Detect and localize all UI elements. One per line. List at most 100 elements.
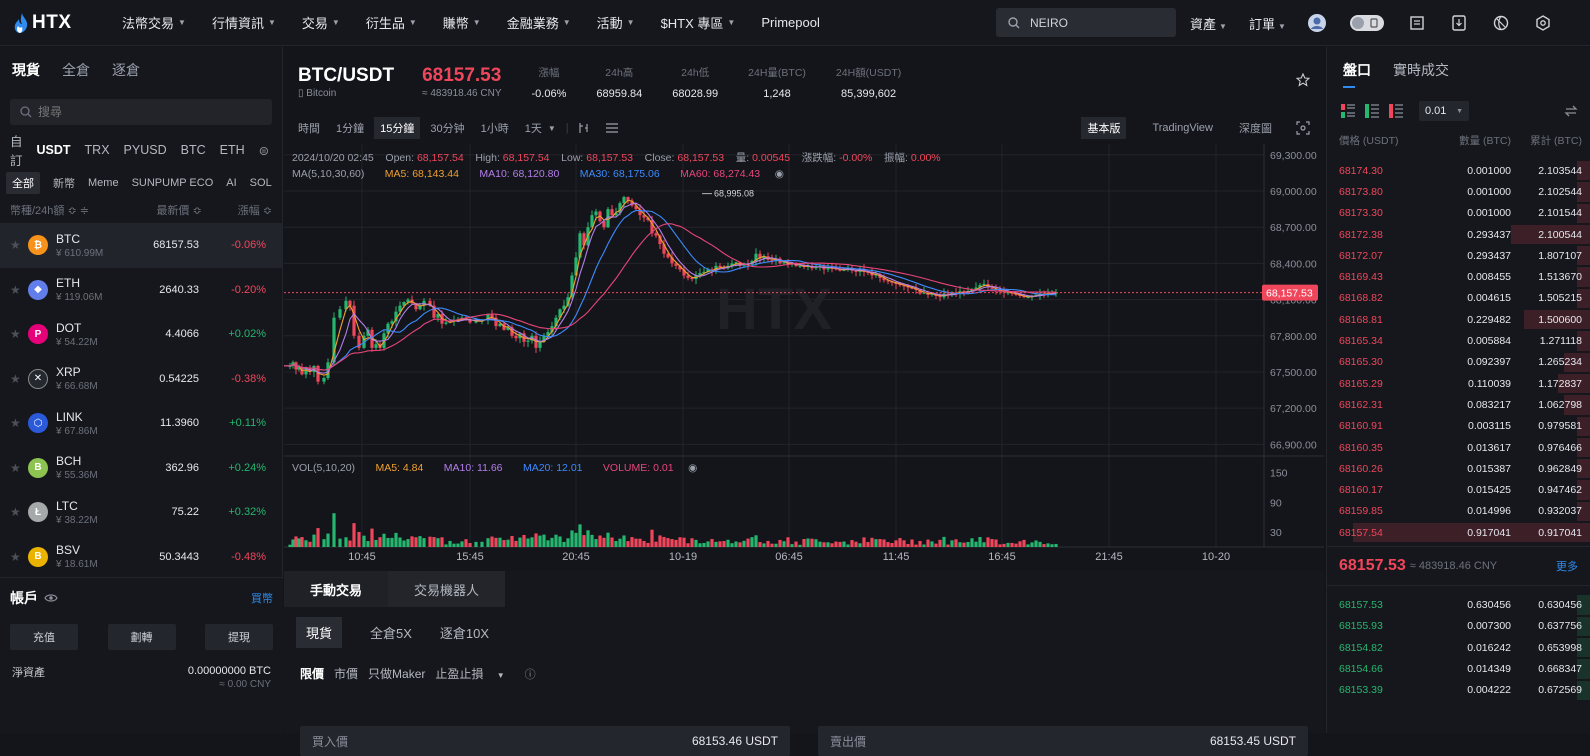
tab-isolated-margin[interactable]: 逐倉: [112, 60, 140, 80]
tab-spot[interactable]: 現貨: [12, 60, 40, 80]
market-search-input[interactable]: [38, 105, 238, 119]
order-book-row[interactable]: 68174.30 0.001000 2.103544: [1327, 160, 1590, 181]
view-basic[interactable]: 基本版: [1081, 117, 1127, 139]
order-book-row[interactable]: 68165.30 0.092397 1.265234: [1327, 352, 1590, 373]
indicator-icon[interactable]: [577, 122, 591, 134]
order-book-row[interactable]: 68154.66 0.014349 0.668347: [1327, 658, 1590, 679]
order-book-row[interactable]: 68168.81 0.229482 1.500600: [1327, 309, 1590, 330]
timeframe-5[interactable]: 1天: [525, 120, 542, 136]
order-book-row[interactable]: 68155.93 0.007300 0.637756: [1327, 616, 1590, 637]
tab-trade-isolated-10x[interactable]: 逐倉10X: [440, 623, 489, 642]
download-app-icon[interactable]: [1450, 14, 1468, 32]
category-tab-3[interactable]: SUNPUMP ECO: [132, 177, 214, 189]
col-last-price[interactable]: 最新價 ≎: [156, 202, 201, 218]
nav-item-0[interactable]: 法幣交易 ▼: [122, 13, 186, 32]
star-icon[interactable]: ★: [10, 416, 26, 430]
timeframe-1[interactable]: 1分鐘: [336, 120, 364, 136]
order-book-row[interactable]: 68153.39 0.004222 0.672569: [1327, 680, 1590, 701]
order-limit[interactable]: 限價: [300, 665, 324, 682]
fullscreen-icon[interactable]: [1296, 121, 1310, 135]
precision-select[interactable]: 0.01 ▼: [1419, 101, 1469, 121]
deposit-button[interactable]: 充值: [10, 624, 78, 650]
order-book-row[interactable]: 68165.29 0.110039 1.172837: [1327, 373, 1590, 394]
timeframe-2[interactable]: 15分鐘: [374, 117, 421, 139]
order-book-row[interactable]: 68160.35 0.013617 0.976466: [1327, 437, 1590, 458]
info-circle-icon[interactable]: ⓘ: [525, 666, 536, 682]
menu-lines-icon[interactable]: [605, 122, 619, 134]
global-search[interactable]: [996, 8, 1176, 37]
view-tradingview[interactable]: TradingView: [1152, 122, 1213, 134]
order-book-row[interactable]: 68168.82 0.004615 1.505215: [1327, 288, 1590, 309]
withdraw-button[interactable]: 提現: [205, 624, 273, 650]
order-tp-sl[interactable]: 止盈止損 ▼: [435, 665, 514, 682]
star-icon[interactable]: ★: [10, 327, 26, 341]
order-book-row[interactable]: 68162.31 0.083217 1.062798: [1327, 394, 1590, 415]
market-search[interactable]: [10, 99, 272, 125]
nav-item-8[interactable]: Primepool: [761, 15, 820, 30]
search-input[interactable]: [1030, 15, 1150, 30]
order-book-row[interactable]: 68173.80 0.001000 2.102544: [1327, 181, 1590, 202]
book-asks-icon[interactable]: [1389, 104, 1403, 118]
nav-item-6[interactable]: 活動 ▼: [597, 13, 635, 32]
tab-recent-trades[interactable]: 實時成交: [1393, 60, 1449, 80]
tab-trade-cross-5x[interactable]: 全倉5X: [370, 623, 412, 642]
order-book-row[interactable]: 68157.54 0.917041 0.917041: [1327, 522, 1590, 543]
timeframe-3[interactable]: 30分钟: [430, 120, 464, 136]
coin-row[interactable]: ★ B BSV ¥ 18.61M 50.3443 -0.48%: [0, 535, 282, 580]
coin-row[interactable]: ★ ⬡ LINK ¥ 67.86M 11.3960 +0.11%: [0, 401, 282, 446]
order-book-row[interactable]: 68173.30 0.001000 2.101544: [1327, 203, 1590, 224]
coin-row[interactable]: ★ P DOT ¥ 54.22M 4.4066 +0.02%: [0, 312, 282, 357]
quote-tab-4[interactable]: BTC: [181, 143, 206, 157]
swap-icon[interactable]: [1564, 104, 1578, 118]
announcement-icon[interactable]: [1408, 14, 1426, 32]
tab-order-book[interactable]: 盤口: [1343, 60, 1371, 88]
htx-logo[interactable]: HTX: [14, 12, 94, 34]
col-coin-volume[interactable]: 幣種/24h額 ≎ ≑: [10, 202, 89, 218]
tab-trade-spot[interactable]: 現貨: [296, 616, 343, 648]
eye-icon[interactable]: ◉: [688, 462, 697, 474]
timeframe-4[interactable]: 1小時: [481, 120, 509, 136]
favorite-star-icon[interactable]: [1296, 73, 1310, 87]
more-link[interactable]: 更多: [1556, 558, 1578, 574]
tab-manual-trade[interactable]: 手動交易: [284, 571, 389, 607]
more-timeframes-chevron-icon[interactable]: ▼: [548, 124, 556, 133]
coin-row[interactable]: ★ ₿ BTC ¥ 610.99M 68157.53 -0.06%: [0, 223, 282, 268]
buy-price-input[interactable]: 買入價 68153.46 USDT: [300, 726, 790, 756]
category-tab-5[interactable]: SOL: [250, 177, 272, 189]
order-book-row[interactable]: 68172.07 0.293437 1.807107: [1327, 245, 1590, 266]
nav-item-3[interactable]: 衍生品 ▼: [366, 13, 417, 32]
order-book-row[interactable]: 68165.34 0.005884 1.271118: [1327, 330, 1590, 351]
quote-tab-1[interactable]: USDT: [37, 143, 71, 157]
chart-canvas[interactable]: 69,300.00 69,000.00 68,700.00 68,400.00 68,1…: [284, 144, 1324, 568]
book-both-icon[interactable]: [1341, 104, 1355, 118]
star-icon[interactable]: ★: [10, 372, 26, 386]
order-book-row[interactable]: 68159.85 0.014996 0.932037: [1327, 501, 1590, 522]
tab-trading-bot[interactable]: 交易機器人: [388, 571, 506, 607]
quote-tab-0[interactable]: 自訂: [10, 131, 23, 169]
orders-menu[interactable]: 訂單 ▼: [1249, 14, 1286, 33]
eye-icon[interactable]: ◉: [775, 168, 784, 180]
order-book-row[interactable]: 68154.82 0.016242 0.653998: [1327, 637, 1590, 658]
sell-price-input[interactable]: 賣出價 68153.45 USDT: [818, 726, 1308, 756]
timeframe-0[interactable]: 時間: [298, 120, 320, 136]
order-book-row[interactable]: 68160.26 0.015387 0.962849: [1327, 458, 1590, 479]
star-icon[interactable]: ★: [10, 238, 26, 252]
order-book-row[interactable]: 68169.43 0.008455 1.513670: [1327, 266, 1590, 287]
buy-crypto-link[interactable]: 買幣: [251, 590, 273, 606]
category-tab-0[interactable]: 全部: [6, 172, 40, 194]
order-book-row[interactable]: 68172.38 0.293437 2.100544: [1327, 224, 1590, 245]
category-tab-4[interactable]: AI: [226, 177, 236, 189]
eye-icon[interactable]: [44, 593, 58, 603]
theme-toggle[interactable]: [1349, 14, 1384, 32]
quote-tab-5[interactable]: ETH: [220, 143, 245, 157]
nav-item-4[interactable]: 賺幣 ▼: [443, 13, 481, 32]
settings-gear-icon[interactable]: [1534, 14, 1552, 32]
category-tab-1[interactable]: 新幣: [53, 175, 75, 191]
nav-item-7[interactable]: $HTX 專區 ▼: [661, 13, 736, 32]
quote-tab-2[interactable]: TRX: [85, 143, 110, 157]
view-depth[interactable]: 深度圖: [1239, 120, 1272, 136]
order-book-row[interactable]: 68160.17 0.015425 0.947462: [1327, 479, 1590, 500]
category-tab-2[interactable]: Meme: [88, 177, 119, 189]
col-change[interactable]: 漲幅 ≎: [238, 202, 272, 218]
quote-tab-3[interactable]: PYUSD: [124, 143, 167, 157]
